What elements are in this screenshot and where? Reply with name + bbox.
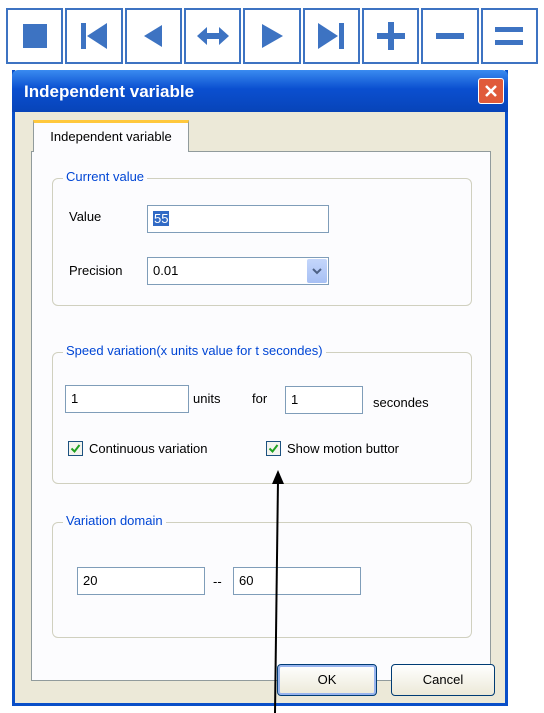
cancel-button[interactable]: Cancel (391, 664, 495, 696)
value-label: Value (69, 209, 102, 224)
variation-domain-legend: Variation domain (63, 513, 166, 528)
tab-panel: Current value Value 55 Precision 0.01 Sp… (31, 151, 491, 681)
step-back-button[interactable] (124, 8, 182, 64)
checkmark-icon (268, 444, 279, 454)
domain-separator: -- (213, 574, 222, 589)
skip-to-end-button[interactable] (302, 8, 360, 64)
current-value-legend: Current value (63, 169, 148, 184)
value-input-text: 55 (153, 211, 170, 226)
equals-button[interactable] (480, 8, 538, 64)
seconds-label: secondes (373, 395, 429, 410)
skip-to-start-icon (80, 23, 107, 49)
domain-min-input[interactable]: 20 (77, 567, 205, 595)
variation-domain-group: Variation domain 20 -- 60 (52, 513, 472, 638)
close-icon (485, 85, 497, 97)
for-label: for (252, 391, 268, 406)
skip-to-end-icon (318, 23, 345, 49)
minus-icon (435, 33, 464, 39)
show-motion-button-checkbox[interactable] (266, 441, 281, 456)
dialog-titlebar[interactable]: Independent variable (12, 70, 508, 112)
play-button[interactable] (243, 8, 301, 64)
play-icon (261, 24, 283, 48)
precision-value: 0.01 (153, 263, 179, 278)
step-back-icon (144, 25, 163, 47)
ok-button[interactable]: OK (277, 664, 377, 696)
chevron-down-icon (312, 268, 322, 275)
independent-variable-dialog: Independent variable Independent variabl… (12, 70, 508, 706)
stop-icon (22, 24, 47, 48)
dialog-title: Independent variable (24, 82, 195, 101)
speed-variation-group: Speed variation(x units value for t seco… (52, 343, 472, 484)
animation-toolbar (6, 8, 540, 64)
current-value-group: Current value Value 55 Precision 0.01 (52, 169, 472, 306)
units-input[interactable]: 1 (65, 385, 189, 413)
increase-button[interactable] (361, 8, 420, 64)
units-label: units (193, 391, 221, 406)
seconds-input[interactable]: 1 (285, 386, 363, 414)
speed-variation-legend: Speed variation(x units value for t seco… (63, 343, 326, 358)
close-button[interactable] (478, 78, 504, 104)
continuous-variation-label[interactable]: Continuous variation (89, 441, 208, 456)
skip-to-start-button[interactable] (65, 8, 123, 64)
precision-dropdown-button[interactable] (307, 259, 327, 283)
decrease-button[interactable] (421, 8, 479, 64)
show-motion-button-label[interactable]: Show motion buttor (287, 441, 399, 456)
checkmark-icon (70, 444, 81, 454)
plus-icon (376, 22, 405, 50)
precision-label: Precision (69, 263, 123, 278)
precision-select[interactable]: 0.01 (147, 257, 329, 285)
continuous-variation-checkbox[interactable] (68, 441, 83, 456)
back-and-forth-icon (196, 27, 229, 45)
stop-button[interactable] (6, 8, 64, 64)
equals-icon (495, 27, 524, 45)
tab-independent-variable[interactable]: Independent variable (33, 120, 189, 152)
annotation-arrow (272, 470, 284, 713)
domain-max-input[interactable]: 60 (233, 567, 361, 595)
back-and-forth-button[interactable] (183, 8, 242, 64)
value-input[interactable]: 55 (147, 205, 329, 233)
